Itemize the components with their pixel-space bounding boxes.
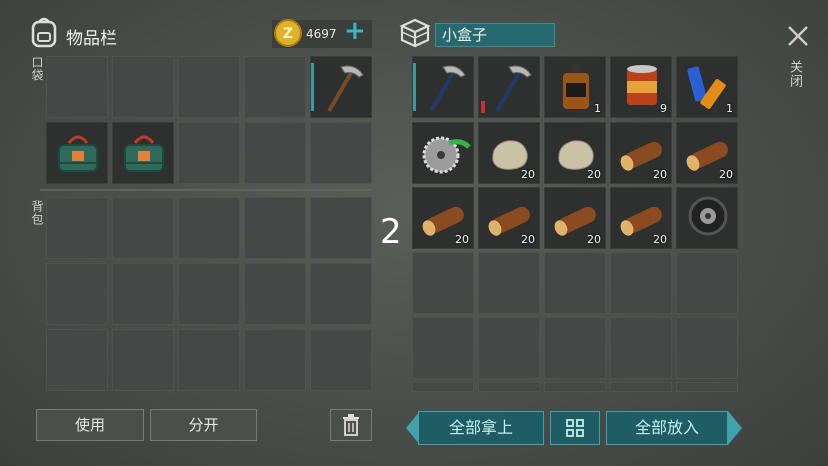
item-count: 20 [653,168,667,181]
container-slot[interactable] [676,252,738,314]
container-slot-log[interactable]: 20 [412,187,474,249]
section-divider [40,189,372,191]
tire-icon [688,196,728,236]
container-slot[interactable] [676,382,738,392]
container-slot[interactable] [610,317,672,379]
backpack-slot[interactable] [112,329,174,391]
medkit-bag-icon [58,135,98,172]
add-coins-button[interactable]: + [344,16,366,46]
backpack-icon [30,16,58,48]
take-all-button[interactable]: 全部拿上 [418,411,544,445]
backpack-slot[interactable] [244,263,306,325]
pickaxe-icon [495,65,532,113]
coin-icon: Z [274,19,302,47]
backpack-slot[interactable] [46,263,108,325]
pocket-slot[interactable] [310,122,372,184]
backpack-slot[interactable] [46,197,108,259]
backpack-slot[interactable] [178,197,240,259]
sort-button[interactable] [550,411,600,445]
grid-sort-icon [566,419,584,437]
backpack-slot[interactable] [112,197,174,259]
container-slot[interactable] [412,252,474,314]
trash-icon [343,414,359,436]
backpack-slot[interactable] [178,263,240,325]
backpack-slot[interactable] [46,329,108,391]
close-icon[interactable] [786,24,810,48]
container-slot-saw-blade[interactable] [412,122,474,184]
item-count: 9 [660,102,667,115]
container-slot[interactable] [412,317,474,379]
backpack-slot[interactable] [310,329,372,391]
item-count: 20 [521,233,535,246]
item-count: 1 [594,102,601,115]
coin-amount: 4697 [306,27,337,41]
pocket-slot-medkit[interactable] [112,122,174,184]
item-count: 20 [521,168,535,181]
pocket-slot[interactable] [112,56,174,118]
inventory-title: 物品栏 [66,29,117,49]
container-slot-log[interactable]: 20 [544,187,606,249]
item-count: 1 [726,102,733,115]
container-slot-stone[interactable]: 20 [544,122,606,184]
box-icon [398,16,432,50]
pocket-slot-pickaxe[interactable] [310,56,372,118]
container-slot-pickaxe[interactable] [478,56,540,118]
item-count: 20 [719,168,733,181]
item-count: 20 [653,233,667,246]
container-slot-log[interactable]: 20 [610,122,672,184]
container-slot-pickaxe[interactable] [412,56,474,118]
pocket-slot[interactable] [244,56,306,118]
container-slot-log[interactable]: 20 [676,122,738,184]
item-count: 20 [455,233,469,246]
container-slot-log[interactable]: 20 [610,187,672,249]
backpack-slot[interactable] [310,263,372,325]
container-slot[interactable] [412,382,474,392]
pocket-slot[interactable] [178,122,240,184]
container-slot-stone[interactable]: 20 [478,122,540,184]
backpack-slot[interactable] [244,197,306,259]
backpack-slot[interactable] [244,329,306,391]
container-slot-log[interactable]: 20 [478,187,540,249]
container-name-field[interactable]: 小盒子 [435,23,555,47]
container-slot[interactable] [544,252,606,314]
container-slot-batteries[interactable]: 1 [676,56,738,118]
item-count: 20 [587,233,601,246]
put-all-button[interactable]: 全部放入 [606,411,728,445]
container-slot-tire[interactable] [676,187,738,249]
container-slot[interactable] [676,317,738,379]
container-slot[interactable] [478,382,540,392]
container-slot[interactable] [478,252,540,314]
pickaxe-icon [429,65,466,113]
container-slot[interactable] [478,317,540,379]
pocket-slot[interactable] [46,56,108,118]
pocket-slot[interactable] [244,122,306,184]
pickaxe-icon [327,65,364,113]
close-label[interactable]: 关闭 [787,60,804,88]
pocket-slot-medkit[interactable] [46,122,108,184]
split-button[interactable]: 分开 [150,409,257,441]
backpack-slot[interactable] [112,263,174,325]
backpack-slot[interactable] [178,329,240,391]
pocket-label: 口袋 [30,56,44,82]
trash-button[interactable] [330,409,372,441]
container-slot[interactable] [610,252,672,314]
backpack-label: 背包 [30,200,44,226]
backpack-slot[interactable] [310,197,372,259]
container-slot[interactable] [544,382,606,392]
saw-blade-icon [422,136,471,174]
item-count: 20 [587,168,601,181]
container-slot[interactable] [610,382,672,392]
svg-text:Z: Z [283,26,293,42]
pocket-slot[interactable] [178,56,240,118]
put-all-arrow [728,411,742,445]
medkit-bag-icon [124,135,164,172]
container-slot[interactable] [544,317,606,379]
use-button[interactable]: 使用 [36,409,144,441]
container-slot-whiskey[interactable]: 1 [544,56,606,118]
page-number: 2 [380,212,402,252]
container-slot-canned-food[interactable]: 9 [610,56,672,118]
